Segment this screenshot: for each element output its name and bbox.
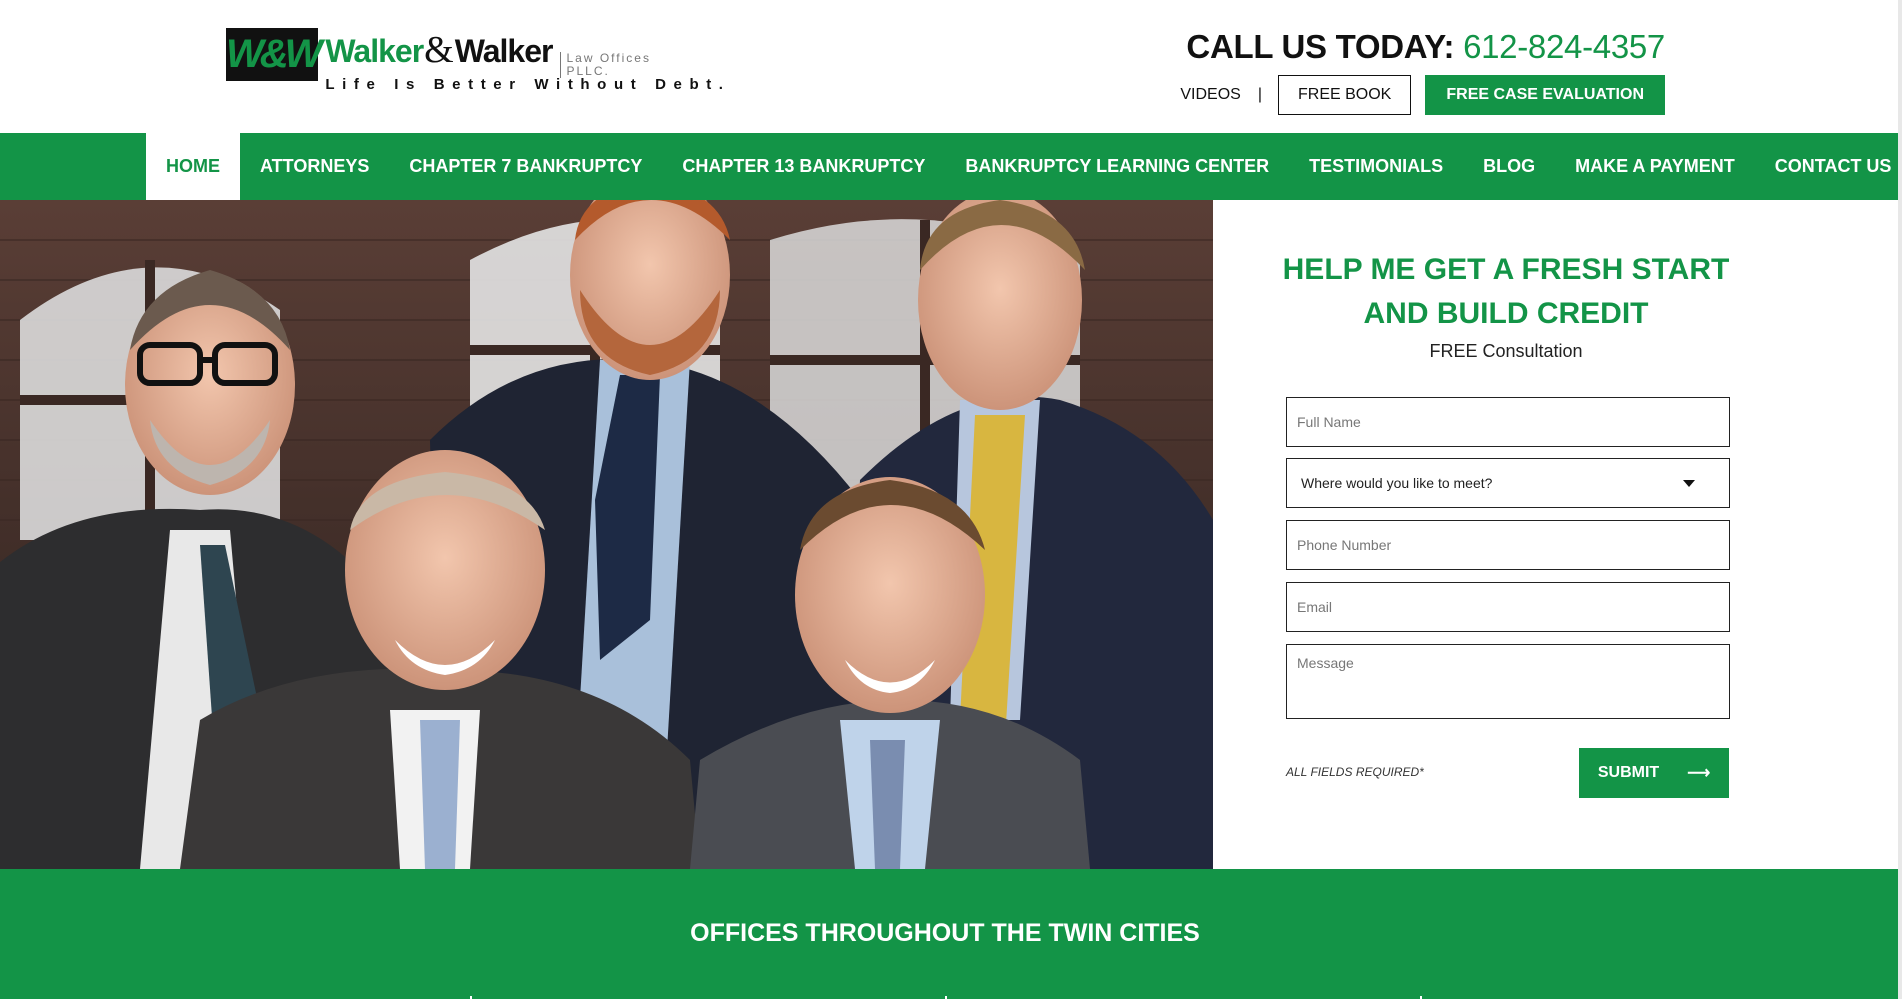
call-phone-link[interactable]: 612-824-4357 [1463,28,1665,65]
window-scrollbar[interactable] [1898,0,1902,999]
nav-item-chapter-13[interactable]: CHAPTER 13 BANKRUPTCY [662,133,945,200]
page: W&W Walker & Walker Law Offices PLLC. Li… [0,0,1898,999]
nav-item-make-a-payment[interactable]: MAKE A PAYMENT [1555,133,1755,200]
meeting-location-value: Where would you like to meet? [1301,475,1493,491]
submit-button[interactable]: SUBMIT ⟶ [1579,748,1729,798]
offices-title: OFFICES THROUGHOUT THE TWIN CITIES [690,919,1200,947]
header-separator: | [1257,86,1262,103]
free-case-evaluation-button[interactable]: FREE CASE EVALUATION [1425,75,1665,115]
logo-mark-text: W&W [226,32,322,76]
logo-text: Walker & Walker Law Offices PLLC. Life I… [325,28,730,93]
meeting-location-select[interactable]: Where would you like to meet? [1286,458,1730,508]
logo-name: Walker & Walker Law Offices PLLC. [325,28,730,78]
form-subtitle: FREE Consultation [1429,341,1583,361]
nav-item-contact-us[interactable]: CONTACT US [1755,133,1898,200]
nav-item-learning-center[interactable]: BANKRUPTCY LEARNING CENTER [945,133,1289,200]
message-textarea[interactable] [1286,644,1730,719]
phone-number-input[interactable] [1286,520,1730,570]
hero-attorneys-photo [0,200,1213,869]
required-fields-note: ALL FIELDS REQUIRED* [1286,765,1424,779]
logo-tagline: Life Is Better Without Debt. [325,76,731,93]
free-book-button[interactable]: FREE BOOK [1278,75,1412,115]
nav-item-attorneys[interactable]: ATTORNEYS [240,133,389,200]
main-nav-list: HOME ATTORNEYS CHAPTER 7 BANKRUPTCY CHAP… [146,133,1898,200]
full-name-input[interactable] [1286,397,1730,447]
email-input[interactable] [1286,582,1730,632]
call-us-today: CALL US TODAY: 612-824-4357 [1186,28,1665,66]
site-header: W&W Walker & Walker Law Offices PLLC. Li… [0,0,1898,133]
nav-item-testimonials[interactable]: TESTIMONIALS [1289,133,1463,200]
logo[interactable]: W&W Walker & Walker Law Offices PLLC. Li… [226,28,723,93]
logo-ampersand: & [424,29,454,71]
form-title: HELP ME GET A FRESH START AND BUILD CRED… [1213,248,1799,336]
submit-label: SUBMIT [1597,764,1660,781]
logo-mark: W&W [226,28,322,81]
logo-offices: Law Offices PLLC. [560,52,650,78]
nav-item-home[interactable]: HOME [146,133,240,200]
attorneys-group-illustration [0,200,1213,869]
consultation-form: HELP ME GET A FRESH START AND BUILD CRED… [1213,200,1898,869]
videos-link[interactable]: VIDEOS [1180,86,1240,104]
logo-name-second: Walker [454,33,554,69]
nav-item-chapter-7[interactable]: CHAPTER 7 BANKRUPTCY [389,133,662,200]
header-actions: VIDEOS | FREE BOOK FREE CASE EVALUATION [1180,75,1665,115]
nav-item-blog[interactable]: BLOG [1463,133,1555,200]
call-label: CALL US TODAY: [1186,28,1455,65]
form-title-line1: HELP ME GET A FRESH START [1282,253,1730,286]
arrow-right-icon: ⟶ [1687,765,1711,782]
logo-name-first: Walker [325,33,424,69]
logo-offices-line1: Law Offices [566,51,651,65]
main-nav: HOME ATTORNEYS CHAPTER 7 BANKRUPTCY CHAP… [0,133,1898,200]
form-title-line2: AND BUILD CREDIT [1363,297,1649,330]
caret-down-icon [1683,479,1695,487]
offices-section: OFFICES THROUGHOUT THE TWIN CITIES [0,869,1898,999]
